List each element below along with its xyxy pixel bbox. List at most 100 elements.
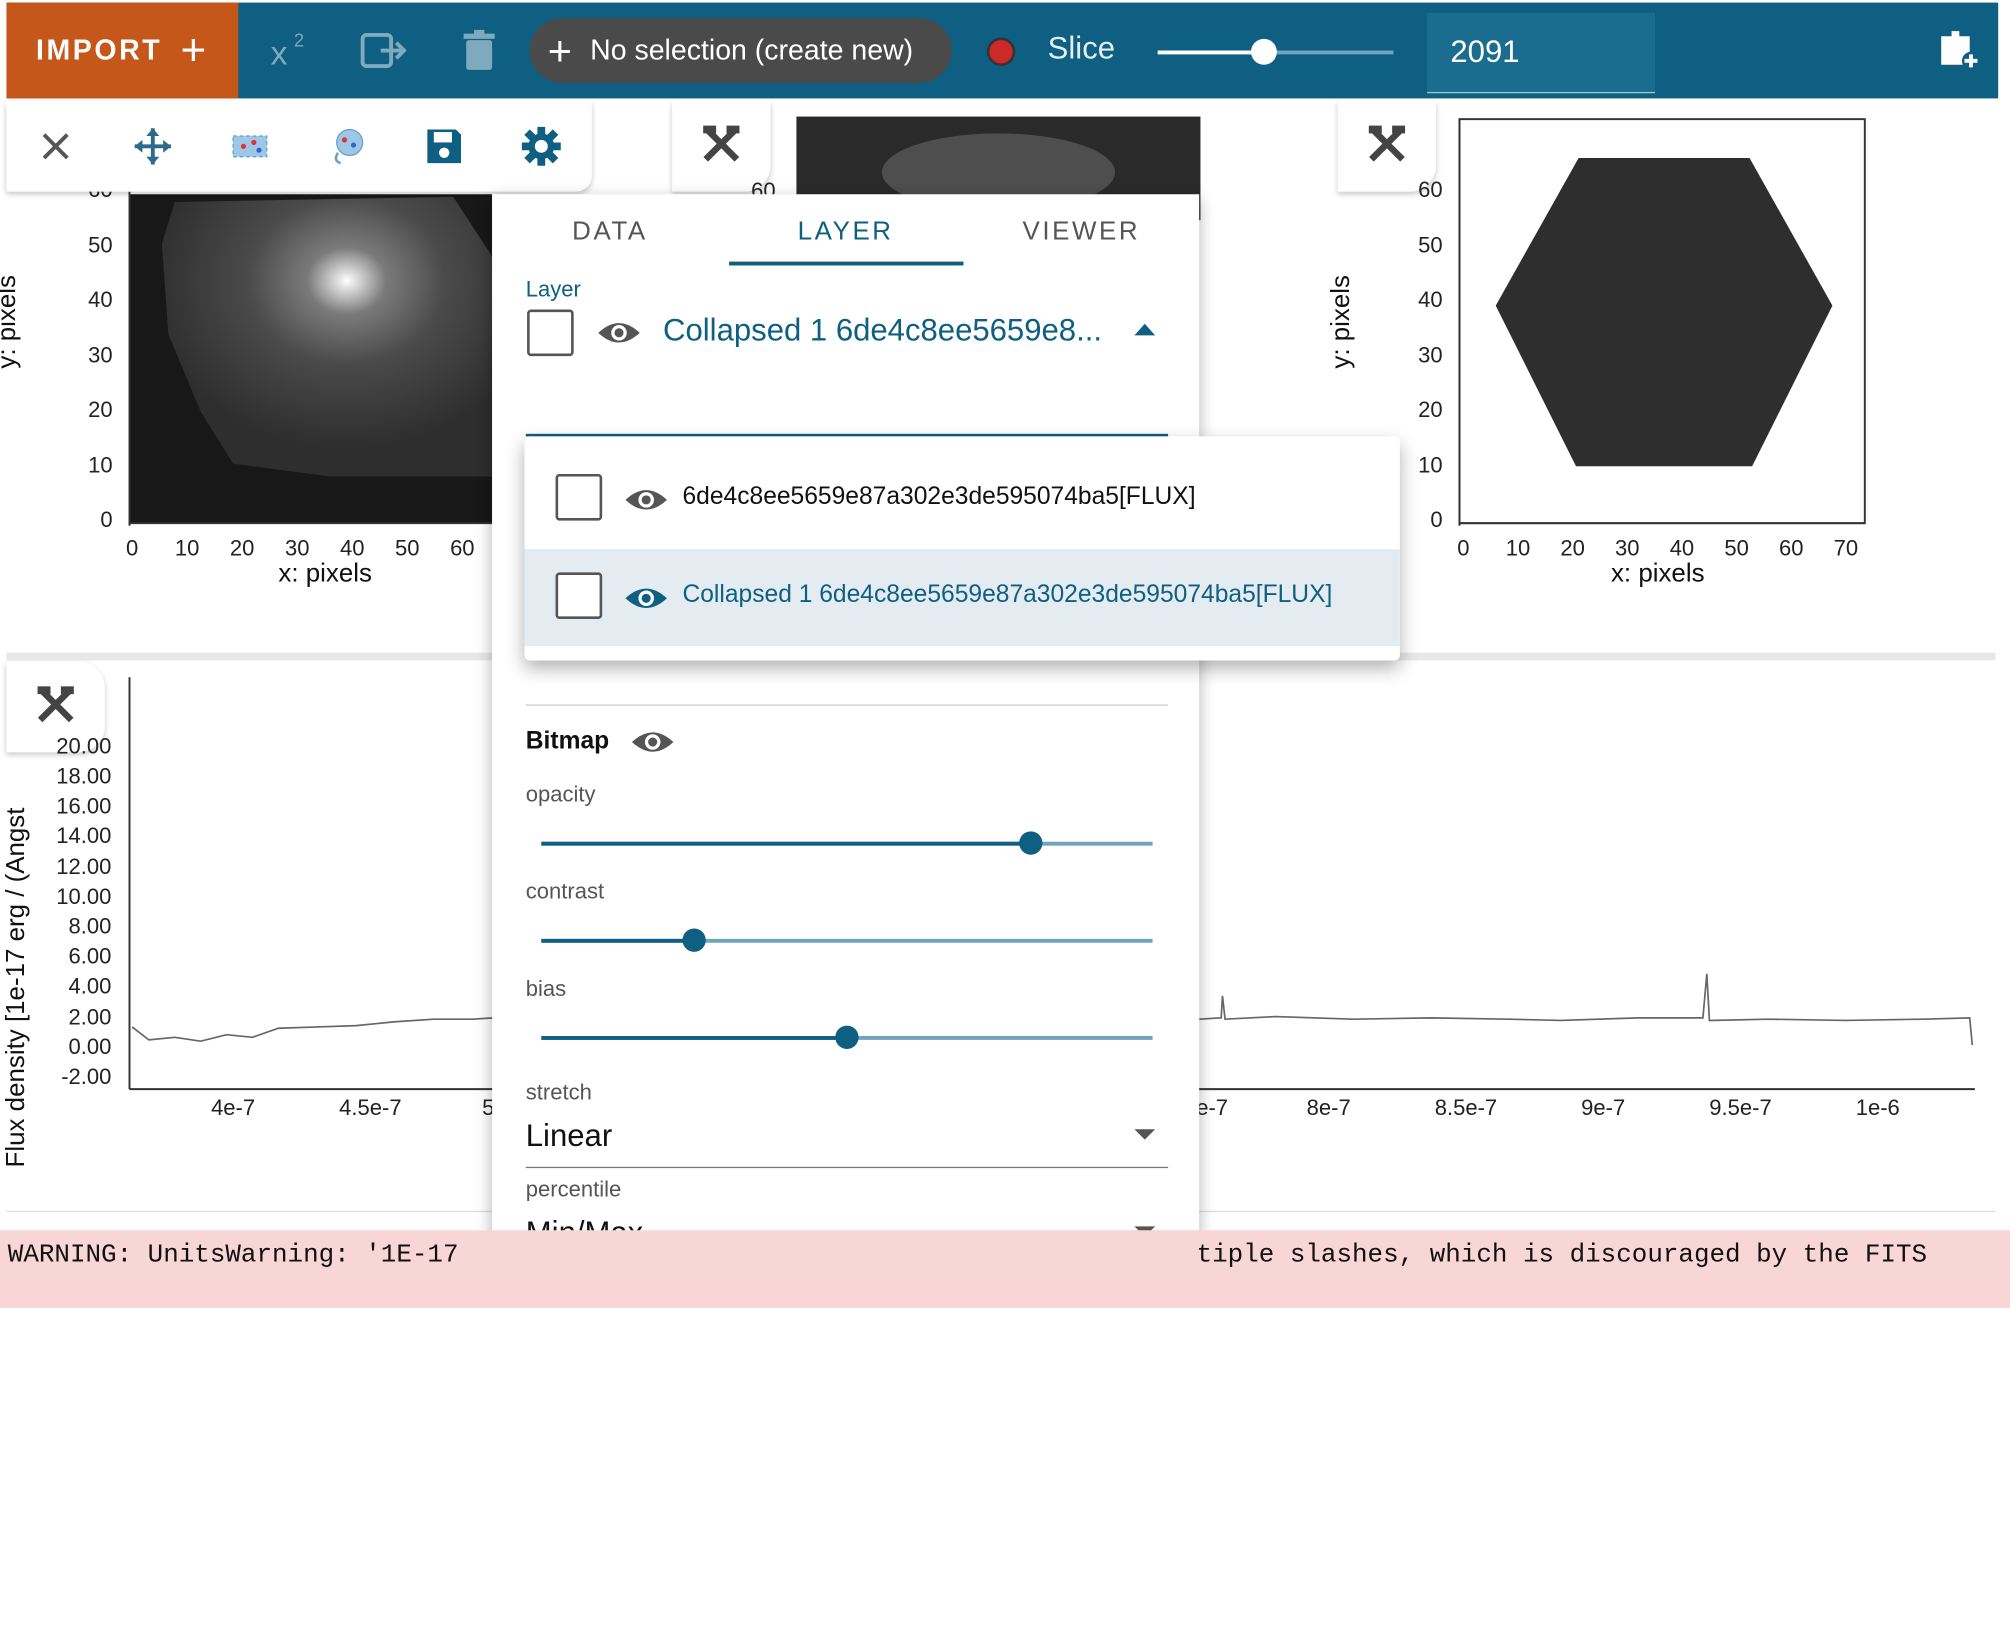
- slice-slider[interactable]: [1157, 38, 1394, 65]
- pan-zoom-icon[interactable]: [104, 101, 201, 192]
- y-tick-label: 8.00: [68, 914, 112, 939]
- bitmap-visibility-eye-icon[interactable]: [629, 728, 676, 756]
- y-tick-label: 30: [1418, 342, 1443, 368]
- dropdown-item-label: 6de4c8ee5659e87a302e3de595074ba5[FLUX]: [682, 483, 1196, 511]
- percentile-label: percentile: [525, 1177, 622, 1202]
- gear-icon[interactable]: [492, 101, 589, 192]
- x-tick-label: 10: [174, 536, 200, 561]
- x-tick-label: 8e-7: [1306, 1095, 1351, 1121]
- eye-icon[interactable]: [623, 584, 670, 612]
- save-icon[interactable]: [395, 101, 492, 192]
- y-tick-label: 12.00: [56, 854, 112, 879]
- eye-icon[interactable]: [596, 319, 643, 347]
- plus-icon: +: [180, 25, 209, 76]
- y-tick-label: 20: [88, 397, 113, 423]
- y-tick-label: 40: [88, 287, 113, 313]
- x-tick-label: 9e-7: [1581, 1095, 1626, 1121]
- right-y-axis-title: y: pixels: [1326, 275, 1356, 369]
- y-tick-label: 10: [88, 452, 113, 478]
- slice-indicator-icon: [986, 37, 1016, 67]
- warning-text-right: tiple slashes, which is discouraged by t…: [1196, 1240, 1928, 1271]
- x-tick-label: 9.5e-7: [1709, 1095, 1772, 1121]
- dropdown-item-collapsed[interactable]: Collapsed 1 6de4c8ee5659e87a302e3de59507…: [524, 549, 1400, 647]
- x-tick-label: 30: [284, 536, 310, 561]
- y-tick-label: 60: [1418, 177, 1443, 203]
- contrast-slider[interactable]: [541, 928, 1153, 952]
- import-label: IMPORT: [35, 33, 163, 67]
- bias-label: bias: [525, 976, 567, 1002]
- dropdown-item-checkbox[interactable]: [555, 473, 603, 521]
- x-tick-label: 70: [1833, 536, 1859, 561]
- layer-field-label: Layer: [525, 277, 581, 302]
- opacity-slider-thumb[interactable]: [1019, 831, 1043, 855]
- import-button[interactable]: IMPORT +: [6, 2, 239, 99]
- opacity-slider[interactable]: [541, 831, 1153, 855]
- lasso-select-icon[interactable]: [298, 101, 395, 192]
- dropdown-item-checkbox[interactable]: [555, 572, 603, 620]
- stretch-select[interactable]: Linear: [525, 1103, 1169, 1169]
- bias-slider[interactable]: [541, 1025, 1153, 1049]
- units-warning-banner: WARNING: UnitsWarning: '1E-17 tiple slas…: [0, 1230, 2010, 1308]
- x-tick-label: 10: [1505, 536, 1531, 561]
- y-tick-label: 10.00: [56, 884, 112, 909]
- x-tick-label: 0: [125, 536, 139, 561]
- layer-dropdown-menu: 6de4c8ee5659e87a302e3de595074ba5[FLUX] C…: [524, 436, 1400, 661]
- contrast-slider-thumb[interactable]: [682, 928, 706, 952]
- bitmap-label: Bitmap: [525, 727, 610, 755]
- opacity-label: opacity: [525, 782, 596, 807]
- y-tick-label: 16.00: [56, 794, 112, 819]
- tab-layer[interactable]: LAYER: [728, 194, 964, 272]
- dropdown-item-flux[interactable]: 6de4c8ee5659e87a302e3de595074ba5[FLUX]: [524, 451, 1399, 548]
- slice-label: Slice: [1047, 31, 1116, 67]
- left-y-axis-title: y: pixels: [0, 275, 22, 369]
- tab-viewer[interactable]: VIEWER: [963, 194, 1199, 272]
- image-viewer-toolbar: [6, 101, 592, 192]
- y-tick-label: 6.00: [68, 944, 112, 969]
- slice-value-field[interactable]: 2091: [1427, 12, 1656, 94]
- contrast-label: contrast: [525, 879, 605, 904]
- x-tick-label: 1e-6: [1855, 1095, 1900, 1121]
- x-tick-label: 50: [395, 536, 420, 561]
- y-tick-label: -2.00: [61, 1064, 112, 1090]
- y-tick-label: 0: [100, 507, 113, 533]
- stretch-label: stretch: [525, 1080, 592, 1105]
- y-tick-label: 20.00: [56, 734, 112, 759]
- slice-slider-thumb[interactable]: [1250, 38, 1277, 65]
- section-divider: [525, 704, 1169, 706]
- stretch-value: Linear: [525, 1118, 613, 1154]
- x-tick-label: 20: [1560, 536, 1585, 561]
- export-icon[interactable]: [359, 26, 408, 75]
- x-tick-label: 50: [1724, 536, 1749, 561]
- hammer-wrench-icon: [1366, 122, 1407, 170]
- chevron-down-icon: [1134, 1129, 1156, 1140]
- arithmetic-icon[interactable]: x2: [265, 26, 314, 75]
- x-tick-label: 60: [450, 536, 475, 561]
- trash-icon[interactable]: [455, 26, 504, 75]
- y-tick-label: 20: [1418, 397, 1443, 423]
- y-tick-label: 50: [88, 232, 113, 258]
- x-tick-label: 8.5e-7: [1434, 1095, 1498, 1121]
- y-tick-label: 14.00: [56, 824, 112, 849]
- y-tick-label: 0.00: [68, 1034, 112, 1060]
- x-tick-label: 4e-7: [211, 1095, 256, 1121]
- bias-slider-thumb[interactable]: [835, 1025, 859, 1049]
- hammer-wrench-icon: [701, 122, 742, 170]
- right-x-axis-title: x: pixels: [1610, 559, 1705, 588]
- tab-data[interactable]: DATA: [492, 194, 728, 272]
- layer-checkbox[interactable]: [527, 309, 574, 357]
- plus-icon: +: [547, 27, 572, 74]
- selected-layer-value[interactable]: Collapsed 1 6de4c8ee5659e8...: [663, 313, 1102, 349]
- caret-up-icon[interactable]: [1134, 323, 1156, 336]
- close-icon[interactable]: [6, 101, 103, 192]
- eye-icon[interactable]: [623, 486, 670, 514]
- y-tick-label: 40: [1418, 287, 1443, 313]
- x-tick-label: 20: [229, 536, 255, 561]
- layer-options-panel: DATA LAYER VIEWER Layer Collapsed 1 6de4…: [492, 194, 1200, 1283]
- y-tick-label: 0: [1430, 507, 1443, 533]
- app-toolbar: IMPORT + x2 + No selection (create new) …: [6, 2, 1999, 99]
- subset-selection-pill[interactable]: + No selection (create new): [529, 18, 952, 83]
- rectangle-select-icon[interactable]: [201, 101, 298, 192]
- x-tick-label: 40: [1669, 536, 1695, 561]
- plugin-tray-icon[interactable]: [1936, 26, 1983, 79]
- y-tick-label: 4.00: [68, 974, 112, 999]
